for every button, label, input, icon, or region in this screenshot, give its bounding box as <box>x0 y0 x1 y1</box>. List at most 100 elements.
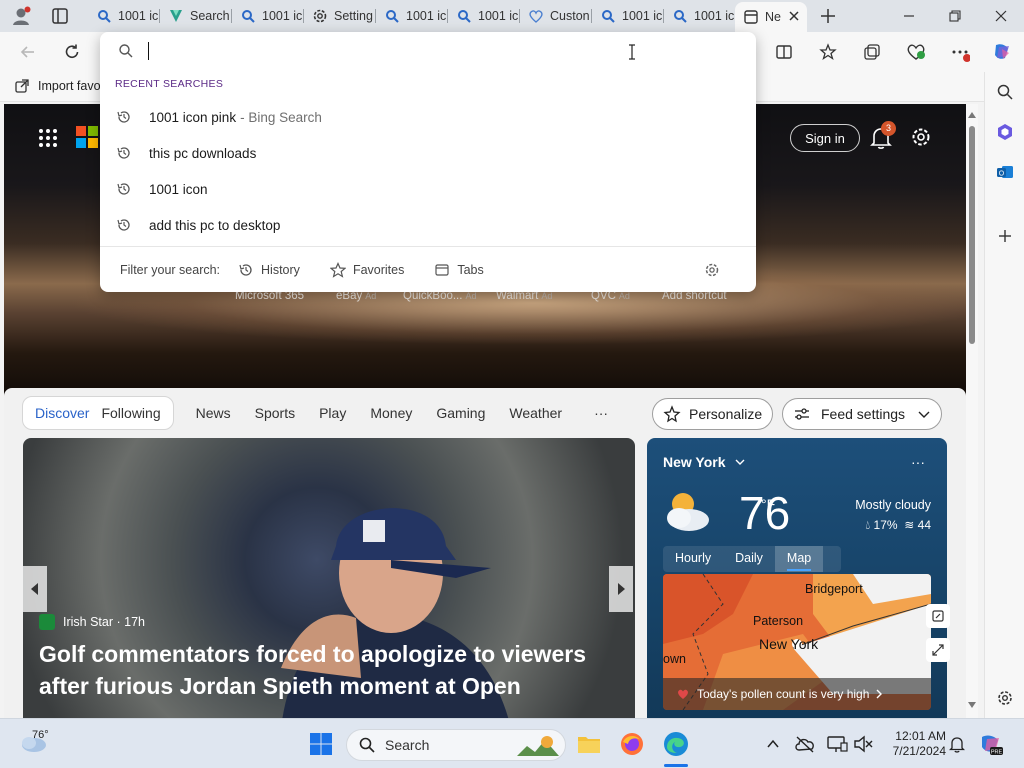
import-favorites-link[interactable]: Import favo <box>14 78 101 94</box>
app-launcher-icon[interactable] <box>38 128 58 148</box>
pollen-alert-link[interactable]: Today's pollen count is very high <box>663 678 931 710</box>
tab-title: 1001 ic <box>118 9 159 23</box>
carousel-prev-button[interactable] <box>23 566 47 612</box>
tab-play[interactable]: Play <box>319 405 346 421</box>
personalize-label: Personalize <box>689 406 763 422</box>
gear-icon[interactable] <box>704 262 720 278</box>
tab-following[interactable]: Following <box>101 405 160 421</box>
taskbar-clock[interactable]: 12:01 AM 7/21/2024 <box>876 729 946 759</box>
tab-9[interactable]: 1001 ic <box>664 3 734 29</box>
split-screen-icon[interactable] <box>772 40 796 64</box>
search-icon <box>240 8 256 24</box>
filter-history-button[interactable]: History <box>238 262 300 278</box>
search-icon[interactable] <box>993 80 1017 104</box>
feed-settings-label: Feed settings <box>821 406 906 422</box>
tab-active-new-tab[interactable]: Ne <box>735 2 807 32</box>
copilot-preview-icon[interactable]: PRE <box>978 731 1004 757</box>
sign-in-button[interactable]: Sign in <box>790 124 860 152</box>
microsoft-365-icon[interactable] <box>993 120 1017 144</box>
personalize-button[interactable]: Personalize <box>652 398 774 430</box>
page-settings-gear-icon[interactable] <box>910 126 932 148</box>
more-tabs-button[interactable]: ··· <box>594 405 608 421</box>
tab-gaming[interactable]: Gaming <box>436 405 485 421</box>
weather-card: New York ··· 76 °F Mostly cloudy 💧︎ 17% … <box>647 438 947 718</box>
tab-7[interactable]: Custon <box>520 3 592 29</box>
feed-settings-button[interactable]: Feed settings <box>782 398 943 430</box>
weather-tabs: Hourly Daily Map <box>663 546 841 572</box>
file-explorer-icon[interactable] <box>576 731 602 757</box>
volume-muted-icon[interactable] <box>850 731 876 757</box>
taskbar-search-box[interactable]: Search <box>346 729 566 761</box>
tab-6[interactable]: 1001 ic <box>448 3 520 29</box>
weather-more-button[interactable]: ··· <box>911 454 925 470</box>
ad-label: Ad <box>618 291 630 301</box>
notifications-bell-icon[interactable] <box>944 731 970 757</box>
display-network-icon[interactable] <box>824 731 850 757</box>
recent-search-text: add this pc to desktop <box>149 217 281 233</box>
browser-essentials-icon[interactable] <box>904 40 928 64</box>
story-card[interactable]: Irish Star · 17h Golf commentators force… <box>23 438 635 718</box>
carousel-next-button[interactable] <box>609 566 633 612</box>
sidebar-settings-icon[interactable] <box>993 686 1017 710</box>
add-sidebar-app-icon[interactable] <box>993 224 1017 248</box>
tab-news[interactable]: News <box>196 405 231 421</box>
weather-tab-hourly[interactable]: Hourly <box>663 546 723 572</box>
tab-money[interactable]: Money <box>370 405 412 421</box>
close-tab-icon[interactable] <box>787 9 801 23</box>
recent-search-item[interactable]: add this pc to desktop <box>100 207 756 243</box>
close-window-button[interactable] <box>978 4 1024 28</box>
scroll-up-icon[interactable] <box>966 110 978 120</box>
i-beam-cursor-icon <box>629 44 635 60</box>
weather-tab-map[interactable]: Map <box>774 546 824 572</box>
show-hidden-icons-chevron-up-icon[interactable] <box>760 731 786 757</box>
recent-search-item[interactable]: 1001 icon pink - Bing Search <box>100 99 756 135</box>
filter-favorites-button[interactable]: Favorites <box>329 262 404 278</box>
filter-tabs-button[interactable]: Tabs <box>434 262 484 278</box>
minimize-button[interactable] <box>886 4 932 28</box>
restore-button[interactable] <box>932 4 978 28</box>
recent-search-item[interactable]: 1001 icon <box>100 171 756 207</box>
tab-2[interactable]: Search <box>160 3 232 29</box>
start-button[interactable] <box>308 731 334 757</box>
tab-8[interactable]: 1001 ic <box>592 3 664 29</box>
scroll-down-icon[interactable] <box>966 700 978 710</box>
weather-location-button[interactable]: New York <box>663 454 746 470</box>
tab-3[interactable]: 1001 ic <box>232 3 304 29</box>
copilot-icon[interactable] <box>990 40 1014 64</box>
firefox-icon[interactable] <box>619 731 645 757</box>
collections-icon[interactable] <box>860 40 884 64</box>
tab-1[interactable]: 1001 ic <box>88 3 160 29</box>
active-app-indicator <box>664 764 688 767</box>
tab-4[interactable]: Setting <box>304 3 376 29</box>
weather-tab-daily[interactable]: Daily <box>723 546 775 572</box>
tab-sports[interactable]: Sports <box>255 405 295 421</box>
recent-search-item[interactable]: this pc downloads <box>100 135 756 171</box>
recent-searches-heading: RECENT SEARCHES <box>115 78 224 90</box>
app-logo-icon <box>168 8 184 24</box>
profile-icon[interactable] <box>10 5 32 27</box>
air-quality-icon: ≋ <box>904 518 915 532</box>
more-options-icon[interactable] <box>948 40 972 64</box>
tab-weather[interactable]: Weather <box>509 405 562 421</box>
story-headline[interactable]: Golf commentators forced to apologize to… <box>39 638 619 702</box>
weather-radar-map[interactable]: Bridgeport Paterson New York own Today's… <box>663 574 931 710</box>
edge-taskbar-icon[interactable] <box>663 731 689 757</box>
tab-5[interactable]: 1001 ic <box>376 3 448 29</box>
tab-actions-icon[interactable] <box>50 6 70 26</box>
tab-discover[interactable]: Discover <box>35 405 89 421</box>
map-open-icon[interactable] <box>926 604 950 628</box>
dropdown-divider <box>100 246 756 247</box>
new-tab-button[interactable] <box>818 6 838 26</box>
refresh-icon[interactable] <box>60 40 84 64</box>
search-icon <box>96 8 112 24</box>
scrollbar-thumb[interactable] <box>969 126 975 344</box>
map-expand-icon[interactable] <box>926 638 950 662</box>
page-scrollbar[interactable] <box>966 104 978 718</box>
cloud-offline-icon[interactable] <box>792 731 818 757</box>
back-icon[interactable] <box>16 40 40 64</box>
chevron-down-icon <box>735 459 745 465</box>
outlook-icon[interactable]: O <box>993 160 1017 184</box>
notification-count-badge: 3 <box>881 121 896 136</box>
address-bar-input[interactable] <box>148 40 728 64</box>
favorites-star-icon[interactable] <box>816 40 840 64</box>
